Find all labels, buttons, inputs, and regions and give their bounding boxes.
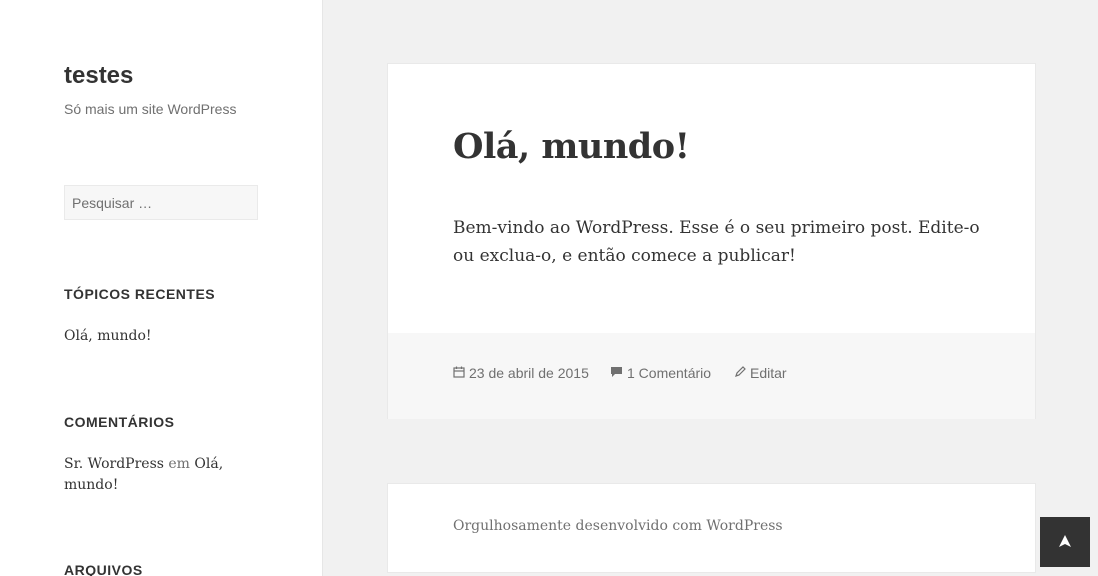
post-date: 23 de abril de 2015 [469,365,589,381]
calendar-icon [453,366,465,381]
recent-posts-title: TÓPICOS RECENTES [64,286,216,302]
post-comments-count: 1 Comentário [627,365,712,381]
post-date-link[interactable]: 23 de abril de 2015 [453,365,589,381]
recent-comment: Sr. WordPress em Olá, mundo! [64,454,254,496]
footer-credit-link[interactable]: Orgulhosamente desenvolvido com WordPres… [453,518,783,534]
arrow-up-icon [1058,532,1072,553]
back-to-top-button[interactable] [1040,517,1090,567]
post-edit-label: Editar [750,365,787,381]
post-title[interactable]: Olá, mundo! [453,126,690,167]
comment-icon [610,366,623,381]
post-card: Olá, mundo! Bem-vindo ao WordPress. Esse… [387,63,1036,419]
site-title[interactable]: testes [64,62,133,90]
recent-comments-title: COMENTÁRIOS [64,414,175,430]
site-footer: Orgulhosamente desenvolvido com WordPres… [387,483,1036,573]
post-edit-link[interactable]: Editar [734,365,787,381]
comment-author-link[interactable]: Sr. WordPress [64,456,164,472]
sidebar: testes Só mais um site WordPress TÓPICOS… [0,0,323,576]
archives-title: ARQUIVOS [64,562,143,576]
post-comments-link[interactable]: 1 Comentário [610,365,711,381]
comment-connector: em [168,456,190,472]
post-meta: 23 de abril de 2015 1 Comentário Editar [388,333,1035,419]
pencil-icon [734,365,746,381]
recent-post-link[interactable]: Olá, mundo! [64,326,152,347]
site-description: Só mais um site WordPress [64,101,237,117]
search-input[interactable] [64,185,258,220]
post-content: Bem-vindo ao WordPress. Esse é o seu pri… [453,218,980,266]
